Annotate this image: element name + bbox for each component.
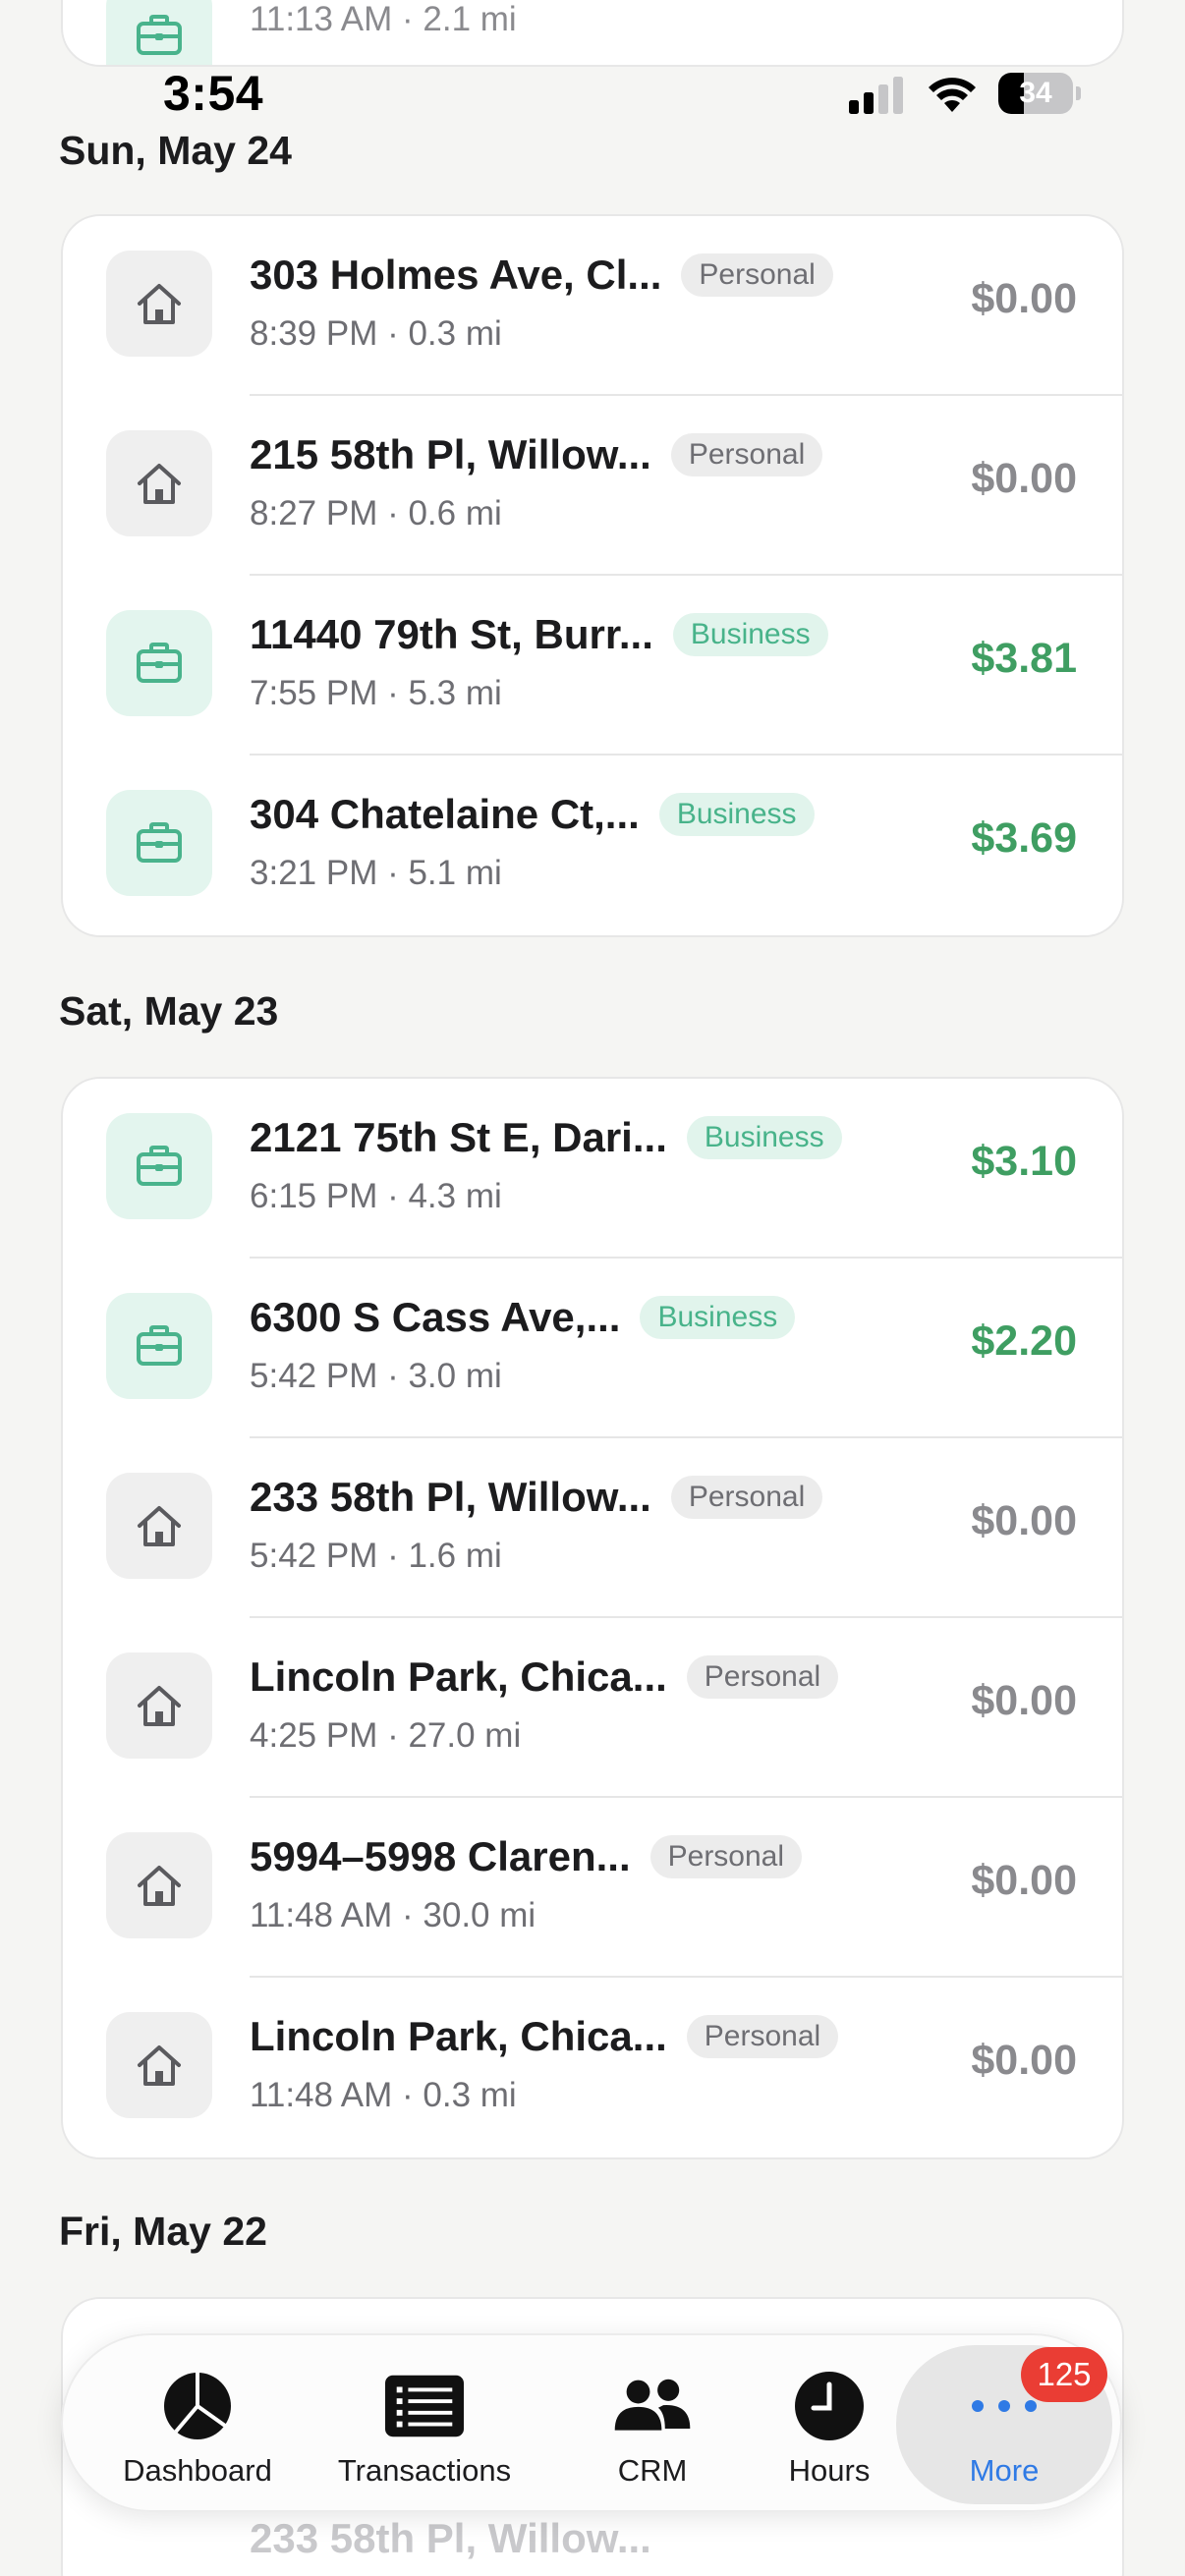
- trip-title: 6300 S Cass Ave,...: [250, 1294, 621, 1340]
- trip-time-distance: 11:48 AM · 30.0 mi: [250, 1896, 536, 1934]
- trip-amount: $0.00: [971, 1677, 1077, 1724]
- briefcase-icon: [106, 790, 212, 896]
- trip-category-badge: Personal: [686, 1655, 839, 1699]
- tab-hours[interactable]: Hours: [770, 2335, 888, 2514]
- tab-label: More: [969, 2453, 1040, 2488]
- day-header: Fri, May 22: [59, 2209, 267, 2254]
- trip-time-distance: 5:42 PM · 3.0 mi: [250, 1357, 502, 1395]
- trip-title: 303 Holmes Ave, Cl...: [250, 252, 662, 298]
- trip-category-badge: Personal: [649, 1835, 803, 1878]
- trip-row[interactable]: 304 Chatelaine Ct,... Business 3:21 PM · 5…: [63, 756, 1122, 935]
- battery-icon: 34: [998, 73, 1081, 114]
- trip-amount: $2.20: [971, 1317, 1077, 1365]
- pie-chart-icon: [158, 2367, 237, 2445]
- trip-time-distance: 7:55 PM · 5.3 mi: [250, 674, 502, 712]
- home-icon: [106, 2012, 212, 2118]
- trip-amount: $0.00: [971, 1857, 1077, 1904]
- briefcase-icon: [106, 610, 212, 716]
- notification-badge: 125: [1021, 2347, 1107, 2402]
- trip-category-badge: Personal: [670, 433, 823, 476]
- trip-row[interactable]: 2121 75th St E, Dari... Business 6:15 PM ·…: [63, 1079, 1122, 1259]
- trip-time-distance: 8:39 PM · 0.3 mi: [250, 314, 502, 353]
- cellular-signal-icon: [849, 77, 903, 114]
- trip-row[interactable]: 5994–5998 Claren... Personal 11:48 AM · 30…: [63, 1798, 1122, 1978]
- tab-label: CRM: [617, 2453, 688, 2488]
- wifi-icon: [929, 78, 976, 112]
- trip-amount: $0.00: [971, 275, 1077, 322]
- trip-row[interactable]: 303 Holmes Ave, Cl... Personal 8:39 PM · 0…: [63, 216, 1122, 396]
- trip-amount: $3.69: [971, 814, 1077, 862]
- status-time: 3:54: [163, 66, 264, 121]
- trip-category-badge: Personal: [686, 2015, 839, 2058]
- trip-time-distance: 3:21 PM · 5.1 mi: [250, 854, 502, 892]
- trip-title: 11440 79th St, Burr...: [250, 611, 653, 657]
- briefcase-icon: [106, 1113, 212, 1219]
- trip-time-distance: 8:27 PM · 0.6 mi: [250, 494, 502, 532]
- trip-category-badge: Personal: [681, 253, 833, 297]
- trip-time-distance: 11:48 AM · 0.3 mi: [250, 2076, 517, 2114]
- home-icon: [106, 1652, 212, 1759]
- bottom-tab-bar: Dashboard Transactions CRM Hours More 12…: [61, 2333, 1122, 2512]
- tab-label: Dashboard: [123, 2453, 272, 2488]
- trip-category-badge: Business: [658, 793, 815, 836]
- trip-row[interactable]: 6300 S Cass Ave,... Business 5:42 PM · 3.0…: [63, 1259, 1122, 1438]
- trip-category-badge: Personal: [670, 1476, 823, 1519]
- trip-time-distance: 4:25 PM · 27.0 mi: [250, 1716, 522, 1755]
- status-bar: 3:54 34: [0, 61, 1185, 130]
- home-icon: [106, 1473, 212, 1579]
- day-header: Sat, May 23: [59, 988, 279, 1034]
- trip-title: 304 Chatelaine Ct,...: [250, 791, 640, 837]
- trip-row[interactable]: 233 58th Pl, Willow... Personal 5:42 PM · …: [63, 1438, 1122, 1618]
- trip-title: Lincoln Park, Chica...: [250, 1653, 667, 1700]
- tab-dashboard[interactable]: Dashboard: [104, 2335, 291, 2514]
- trip-title: 233 58th Pl, Willow...: [250, 1474, 651, 1520]
- trip-title: Lincoln Park, Chica...: [250, 2013, 667, 2059]
- trip-category-badge: Business: [640, 1296, 796, 1339]
- home-icon: [106, 1832, 212, 1938]
- trip-amount: $0.00: [971, 1497, 1077, 1544]
- trip-card-previous: 11:13 AM · 2.1 mi: [61, 0, 1124, 67]
- business-trip-icon: [106, 0, 212, 65]
- mileage-trips-screen: 11:13 AM · 2.1 mi 3:54 34 Sun, May 24 303…: [0, 0, 1185, 2576]
- trip-row[interactable]: 215 58th Pl, Willow... Personal 8:27 PM · …: [63, 396, 1122, 576]
- trip-amount: $0.00: [971, 455, 1077, 502]
- trip-title: 215 58th Pl, Willow...: [250, 431, 651, 477]
- trip-subtitle: 11:13 AM · 2.1 mi: [250, 0, 517, 38]
- trip-time-distance: 5:42 PM · 1.6 mi: [250, 1537, 502, 1575]
- trip-amount: $0.00: [971, 2037, 1077, 2084]
- home-icon: [106, 430, 212, 536]
- trip-time-distance: 6:15 PM · 4.3 mi: [250, 1177, 502, 1215]
- tab-crm[interactable]: CRM: [593, 2335, 711, 2514]
- clock-icon: [790, 2367, 869, 2445]
- trip-row[interactable]: Lincoln Park, Chica... Personal 4:25 PM · …: [63, 1618, 1122, 1798]
- trip-category-badge: Business: [672, 613, 828, 656]
- trip-amount: $3.10: [971, 1138, 1077, 1185]
- trip-amount: $3.81: [971, 635, 1077, 682]
- tab-transactions[interactable]: Transactions: [316, 2335, 533, 2514]
- trip-row[interactable]: Lincoln Park, Chica... Personal 11:48 AM ·…: [63, 1978, 1122, 2157]
- day-header: Sun, May 24: [59, 128, 292, 173]
- home-icon: [106, 251, 212, 357]
- trip-card: 303 Holmes Ave, Cl... Personal 8:39 PM · 0…: [61, 214, 1124, 937]
- list-icon: [385, 2367, 464, 2445]
- trip-title: 2121 75th St E, Dari...: [250, 1114, 667, 1160]
- tab-label: Hours: [788, 2453, 871, 2488]
- trip-card: 2121 75th St E, Dari... Business 6:15 PM ·…: [61, 1077, 1124, 2159]
- trip-row[interactable]: 11440 79th St, Burr... Business 7:55 PM · …: [63, 576, 1122, 756]
- briefcase-icon: [106, 1293, 212, 1399]
- tab-label: Transactions: [337, 2453, 512, 2488]
- trip-title[interactable]: 233 58th Pl, Willow...: [250, 2515, 651, 2562]
- trip-category-badge: Business: [686, 1116, 842, 1159]
- people-icon: [613, 2367, 692, 2445]
- trip-title: 5994–5998 Claren...: [250, 1833, 631, 1879]
